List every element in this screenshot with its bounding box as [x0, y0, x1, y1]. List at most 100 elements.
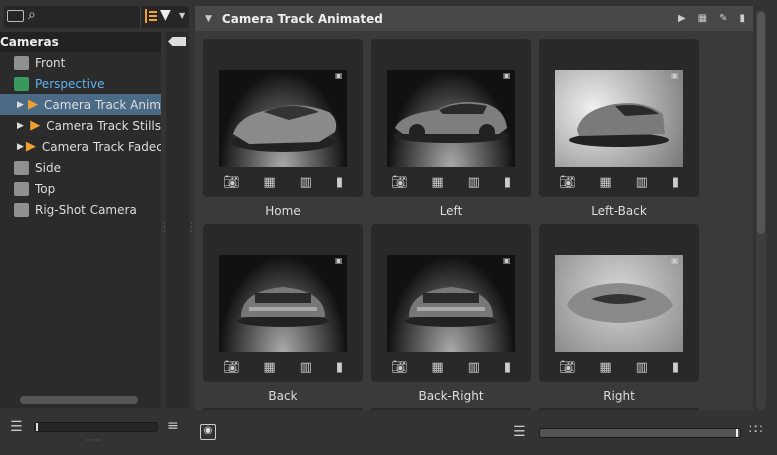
track-icon: ▶ [28, 97, 39, 112]
track-icon: ▶ [25, 139, 36, 154]
view-label: Left [439, 204, 463, 218]
clapper-camera-icon[interactable]: ▦ [431, 175, 443, 190]
track-panel: ▼ Camera Track Animated ▶ ▦ ✎ ▮ ▣ 📷︎ ▦ ▥ ▮ Ho… [195, 6, 753, 410]
camera-view-card[interactable]: ▣ 📷︎ ▦ ▥ ▮ [203, 39, 363, 197]
camera-view-card[interactable]: ▣ 📷︎ ▦ ▥ ▮ [539, 224, 699, 382]
clapper-camera-icon[interactable]: ▦ [599, 175, 611, 190]
delete-icon[interactable]: ▮ [739, 13, 745, 24]
camera-icon[interactable]: 📷︎ [559, 360, 576, 375]
tree-item[interactable]: ▶ ▶ Camera Track Fadec [0, 136, 161, 157]
view-thumbnail[interactable] [219, 255, 347, 352]
camera-front-icon [14, 55, 29, 70]
camera-icon[interactable]: 📷︎ [223, 360, 240, 375]
tag-icon[interactable] [168, 37, 186, 46]
camera-view-card[interactable]: ▣ 📷︎ ▦ ▥ ▮ [371, 224, 531, 382]
tree-item[interactable]: Top [0, 178, 161, 199]
tree-item[interactable]: ▶ ▶ Camera Track Anim [0, 94, 161, 115]
edit-icon[interactable]: ✎ [719, 13, 727, 24]
tree-item-label: Perspective [35, 76, 105, 91]
perspective-camera-icon [14, 76, 29, 91]
camera-search-icon[interactable] [7, 10, 24, 22]
trash-icon[interactable]: ▮ [504, 175, 511, 190]
rig-camera-icon [14, 202, 29, 217]
clapper-camera-icon[interactable]: ▦ [263, 360, 275, 375]
view-thumbnail[interactable] [555, 70, 683, 167]
collapse-icon[interactable]: ▼ [205, 14, 212, 24]
camera-side-icon [14, 160, 29, 175]
thumbnail-badge-icon: ▣ [503, 71, 511, 80]
track-title: Camera Track Animated [221, 11, 383, 26]
trash-icon[interactable]: ▮ [672, 175, 679, 190]
splitter-handle[interactable]: · · · [163, 220, 166, 236]
trash-icon[interactable]: ▮ [336, 175, 343, 190]
tree-item-label: Rig-Shot Camera [35, 202, 137, 217]
camera-icon[interactable]: 📷︎ [223, 175, 240, 190]
expand-icon[interactable]: ▶ [17, 121, 28, 131]
thumbnail-badge-icon: ▣ [335, 256, 343, 265]
tree-item[interactable]: Rig-Shot Camera [0, 199, 161, 220]
film-edit-icon[interactable]: ▥ [468, 360, 480, 375]
film-edit-icon[interactable]: ▥ [636, 175, 648, 190]
clapper-camera-icon[interactable]: ▦ [599, 360, 611, 375]
thumbnail-badge-icon: ▣ [671, 256, 679, 265]
view-thumbnail[interactable] [387, 70, 515, 167]
tree-zoom-slider[interactable] [34, 422, 158, 432]
list-view-icon[interactable]: ☰ [10, 419, 23, 435]
chevron-down-icon[interactable]: ▼ [179, 11, 185, 20]
clapper-camera-icon[interactable]: ▦ [263, 175, 275, 190]
tree-item-label: Front [35, 55, 66, 70]
film-edit-icon[interactable]: ▥ [636, 360, 648, 375]
splitter-handle[interactable]: · · · [190, 220, 193, 236]
track-header[interactable]: ▼ Camera Track Animated ▶ ▦ ✎ ▮ [195, 6, 753, 31]
search-bar[interactable]: ⌕ ▼ ▼ [4, 6, 189, 28]
trash-icon[interactable]: ▮ [672, 360, 679, 375]
tree-item-label: Camera Track Stills [46, 118, 161, 133]
camera-view-card[interactable] [539, 408, 699, 410]
thumbnail-size-slider[interactable] [539, 428, 741, 438]
camera-view-card[interactable]: ▣ 📷︎ ▦ ▥ ▮ [203, 224, 363, 382]
tree-item-label: Camera Track Fadec [41, 139, 161, 154]
tag-column [166, 32, 189, 408]
view-thumbnail[interactable] [219, 70, 347, 167]
film-edit-icon[interactable]: ▥ [300, 175, 312, 190]
tree-item[interactable]: Perspective [0, 73, 161, 94]
film-edit-icon[interactable]: ▥ [300, 360, 312, 375]
horizontal-scrollbar[interactable] [20, 396, 138, 404]
trash-icon[interactable]: ▮ [336, 360, 343, 375]
thumbnail-badge-icon: ▣ [671, 71, 679, 80]
view-label: Right [603, 389, 635, 403]
camera-icon[interactable]: 📷︎ [391, 175, 408, 190]
tree-item[interactable]: ▶ ▶ Camera Track Stills [0, 115, 161, 136]
tree-item[interactable]: Side [0, 157, 161, 178]
camera-top-icon [14, 181, 29, 196]
camera-tree: Cameras Front Perspective ▶ ▶ Camera Track A… [0, 32, 161, 408]
view-thumbnail[interactable] [555, 255, 683, 352]
scrollbar-thumb[interactable] [757, 12, 765, 234]
add-camera-view-icon[interactable]: ◉ [200, 424, 216, 440]
trash-icon[interactable]: ▮ [504, 360, 511, 375]
play-icon[interactable]: ▶ [678, 13, 686, 24]
track-icon: ▶ [30, 118, 41, 133]
expand-icon[interactable]: ▶ [17, 100, 26, 110]
camera-view-card[interactable] [371, 408, 531, 410]
camera-view-card[interactable]: ▣ 📷︎ ▦ ▥ ▮ [539, 39, 699, 197]
view-thumbnail[interactable] [387, 255, 515, 352]
clapper-camera-icon[interactable]: ▦ [431, 360, 443, 375]
indent-icon[interactable]: ≡ [167, 418, 179, 434]
camera-icon[interactable]: 📷︎ [559, 175, 576, 190]
expand-icon[interactable]: ▶ [17, 142, 24, 152]
resize-handle[interactable]: ······ [86, 436, 101, 445]
search-icon: ⌕ [28, 7, 36, 23]
camera-view-card[interactable]: ▣ 📷︎ ▦ ▥ ▮ [371, 39, 531, 197]
view-label: Back-Right [418, 389, 484, 403]
filter-icon[interactable]: ▼ [160, 7, 171, 23]
tree-item[interactable]: Front [0, 52, 161, 73]
list-view-icon[interactable]: ☰ [513, 424, 526, 440]
grid-view-icon[interactable]: ∷∷ [749, 422, 762, 436]
film-edit-icon[interactable]: ▥ [468, 175, 480, 190]
clapper-icon[interactable]: ▦ [698, 13, 707, 24]
camera-view-card[interactable] [203, 408, 363, 410]
camera-icon[interactable]: 📷︎ [391, 360, 408, 375]
hierarchy-icon[interactable] [145, 9, 157, 23]
thumbnail-badge-icon: ▣ [335, 71, 343, 80]
